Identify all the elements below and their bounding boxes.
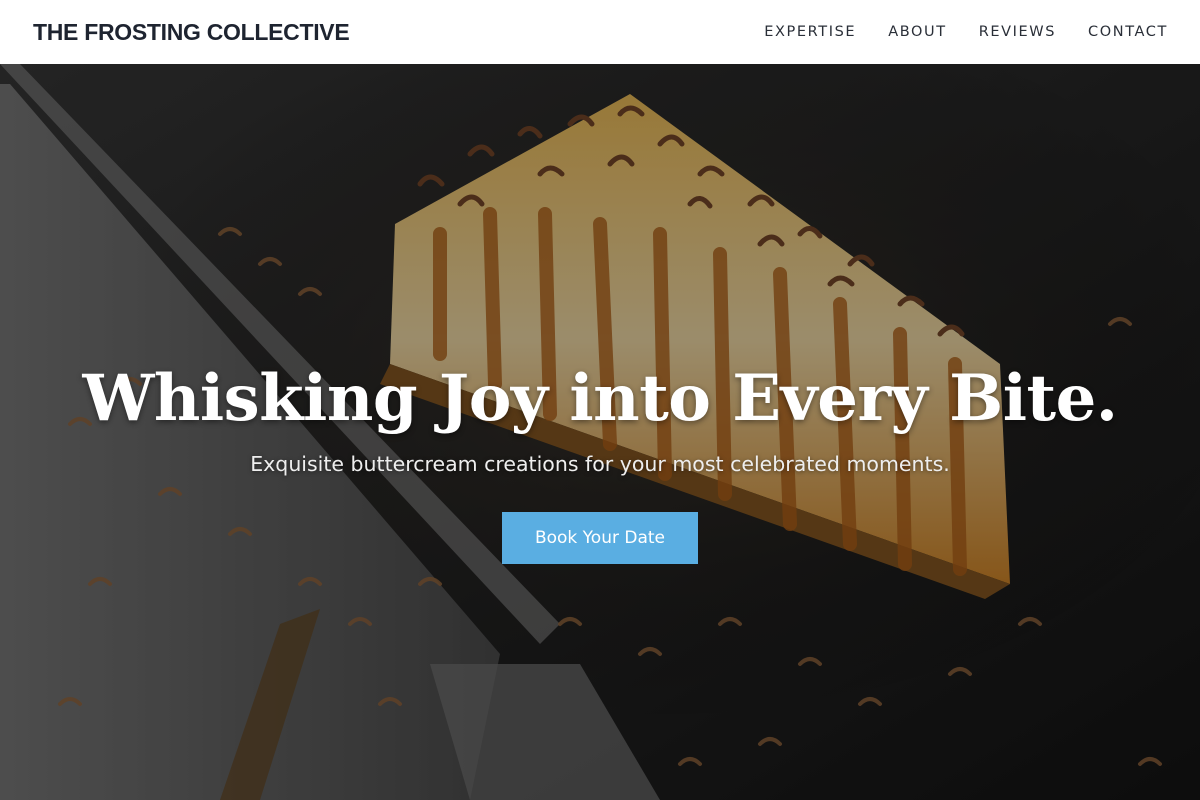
nav-link-expertise[interactable]: EXPERTISE	[764, 24, 856, 40]
nav-link-contact[interactable]: CONTACT	[1088, 24, 1168, 40]
site-header: THE FROSTING COLLECTIVE EXPERTISE ABOUT …	[0, 0, 1200, 64]
nav-link-about[interactable]: ABOUT	[888, 24, 947, 40]
hero-content: Whisking Joy into Every Bite. Exquisite …	[0, 360, 1200, 564]
hero-section: Whisking Joy into Every Bite. Exquisite …	[0, 64, 1200, 800]
hero-headline: Whisking Joy into Every Bite.	[82, 361, 1118, 436]
hero-subheadline: Exquisite buttercream creations for your…	[250, 452, 950, 476]
nav-link-reviews[interactable]: REVIEWS	[979, 24, 1056, 40]
main-nav: EXPERTISE ABOUT REVIEWS CONTACT	[732, 24, 1168, 40]
brand-logo[interactable]: THE FROSTING COLLECTIVE	[33, 19, 350, 46]
book-your-date-button[interactable]: Book Your Date	[502, 512, 698, 564]
